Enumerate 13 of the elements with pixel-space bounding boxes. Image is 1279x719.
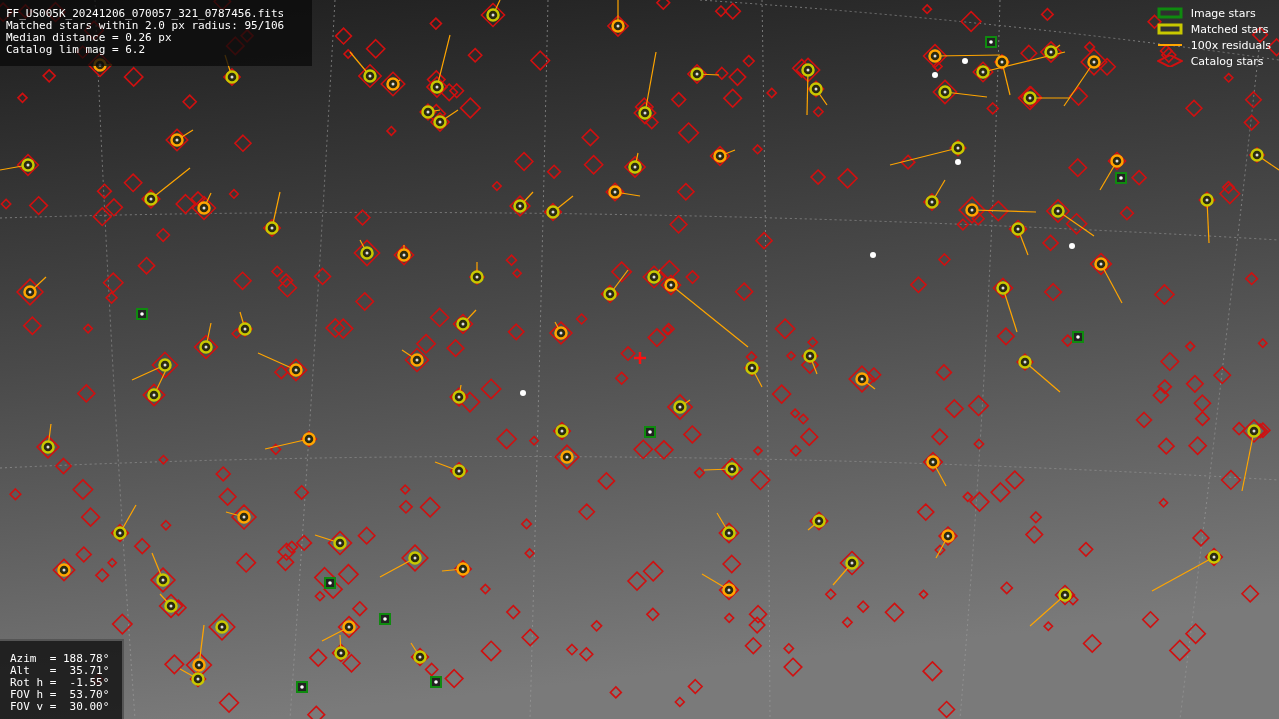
legend-label: 100x residuals: [1190, 38, 1271, 52]
info-text: FF_US005K_20241206_070057_321_0787456.fits: [6, 8, 286, 20]
info-text: Matched stars within 2.0 px radius: 95/106: [6, 20, 286, 32]
orientation-text: FOV v = 30.00°: [10, 701, 111, 713]
orientation-text: Alt = 35.71°: [10, 665, 111, 677]
orientation-text: FOV h = 53.70°: [10, 689, 111, 701]
orientation-text: Rot h = -1.55°: [10, 677, 111, 689]
orientation-text: Azim = 188.78°: [10, 653, 111, 665]
legend-label: Image stars: [1190, 6, 1256, 20]
info-text: Median distance = 0.26 px: [6, 32, 173, 44]
info-text: Catalog lim mag = 6.2: [6, 44, 147, 56]
legend-label: Matched stars: [1190, 22, 1269, 36]
legend-label: Catalog stars: [1190, 54, 1264, 68]
